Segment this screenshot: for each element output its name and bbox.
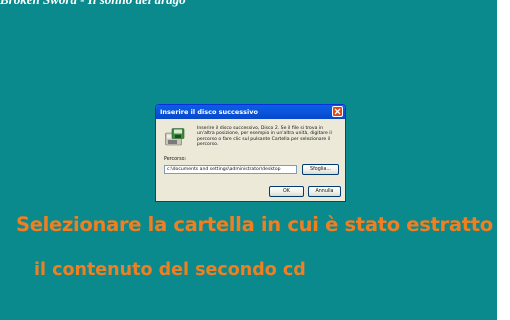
path-input[interactable]: c:\documents and settings\administrator\… [164, 165, 297, 174]
browse-button[interactable]: Sfoglia... [302, 164, 339, 175]
disk-icon [165, 128, 185, 146]
path-label: Percorso: [164, 157, 187, 162]
slide-title: Broken Sword - Il sonno del drago [0, 0, 186, 8]
insert-disk-dialog: Inserire il disco successivo Inserire il… [155, 104, 346, 202]
instruction-caption-line2: il contenuto del secondo cd [34, 260, 306, 280]
slide-background: Broken Sword - Il sonno del drago Inseri… [0, 0, 497, 320]
dialog-message: Inserire il disco successivo, Disco 2. S… [197, 126, 332, 148]
ok-button[interactable]: OK [269, 186, 304, 197]
instruction-caption-line1: Selezionare la cartella in cui è stato e… [16, 213, 493, 236]
cancel-button[interactable]: Annulla [308, 186, 341, 197]
dialog-titlebar[interactable]: Inserire il disco successivo [156, 105, 345, 119]
dialog-title: Inserire il disco successivo [160, 108, 258, 116]
close-icon[interactable] [332, 106, 343, 117]
